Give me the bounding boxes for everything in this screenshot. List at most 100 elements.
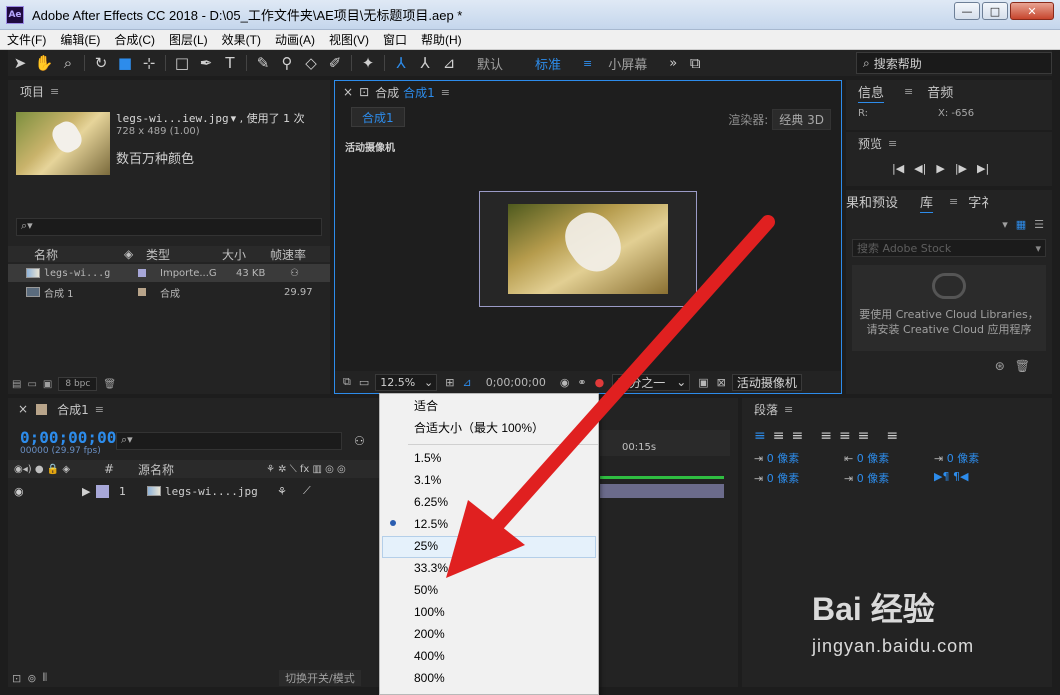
clone-stamp-tool-icon[interactable]: ⚲: [275, 52, 299, 74]
grid-guide-icon[interactable]: ⊞: [445, 376, 454, 389]
av-switch-icons[interactable]: ◉◂) ● 🔒 ◈: [8, 464, 104, 475]
work-area-bar[interactable]: [600, 476, 724, 479]
layer-switches-icon[interactable]: ⊡: [12, 672, 21, 685]
sync-settings-icon[interactable]: ⧉: [683, 52, 707, 74]
renderer-control[interactable]: 渲染器: 经典 3D: [728, 109, 831, 130]
menu-file[interactable]: 文件(F): [0, 31, 53, 48]
justify-all-icon[interactable]: ≡: [886, 428, 898, 444]
world-axis-icon[interactable]: ⅄: [413, 52, 437, 74]
close-button[interactable]: ✕: [1010, 2, 1054, 20]
zoom-option[interactable]: 50%: [414, 580, 438, 600]
timeline-search-input[interactable]: ⌕▾: [116, 432, 342, 450]
tab-info[interactable]: 信息: [858, 82, 884, 101]
workspace-menu-icon[interactable]: ≡: [583, 57, 592, 70]
justify-last-right-icon[interactable]: ≡: [858, 428, 870, 444]
layer-color-chip[interactable]: [96, 484, 109, 498]
label-color-chip[interactable]: [138, 288, 146, 296]
panel-menu-icon[interactable]: ≡: [441, 86, 450, 99]
tab-audio[interactable]: 音频: [927, 82, 953, 101]
workspace-more[interactable]: »: [669, 56, 677, 71]
panel-menu-icon[interactable]: ≡: [949, 195, 958, 208]
menu-composition[interactable]: 合成(C): [107, 31, 162, 48]
adobe-stock-search-input[interactable]: 搜索 Adobe Stock ▾: [852, 239, 1046, 257]
play-icon[interactable]: ▶: [936, 162, 944, 175]
zoom-option[interactable]: 3.1%: [414, 470, 441, 490]
next-frame-icon[interactable]: |▶: [955, 162, 967, 175]
project-row[interactable]: legs-wi...g Importe...G 43 KB ⚇: [8, 264, 330, 282]
time-ruler[interactable]: 00:15s: [600, 430, 730, 456]
monitor-icon[interactable]: ▭: [359, 376, 369, 389]
camera-tool-icon[interactable]: ■: [113, 52, 137, 74]
in-out-icon[interactable]: ⫴: [42, 671, 47, 685]
dropdown-arrow-icon[interactable]: ▾: [1002, 218, 1008, 231]
indent-right-field[interactable]: ⇤ 0 像素: [844, 450, 934, 466]
interpret-footage-icon[interactable]: ▤: [12, 379, 21, 390]
indent-left-field[interactable]: ⇥ 0 像素: [754, 450, 844, 466]
list-view-icon[interactable]: ☰: [1034, 218, 1044, 231]
layer-duration-bar[interactable]: [600, 484, 724, 498]
previous-frame-icon[interactable]: ◀|: [914, 162, 926, 175]
roto-brush-tool-icon[interactable]: ✐: [323, 52, 347, 74]
menu-view[interactable]: 视图(V): [322, 31, 376, 48]
tab-character[interactable]: 字礻: [968, 192, 994, 211]
menu-help[interactable]: 帮助(H): [414, 31, 469, 48]
column-fps[interactable]: 帧速率: [270, 246, 306, 263]
timeline-current-time[interactable]: 0;00;00;00: [20, 428, 116, 447]
maximize-button[interactable]: □: [982, 2, 1008, 20]
transparency-grid-icon[interactable]: ⊠: [717, 376, 726, 389]
eraser-tool-icon[interactable]: ◇: [299, 52, 323, 74]
resolution-dropdown[interactable]: 三分之一 ⌄: [612, 373, 691, 391]
close-tab-icon[interactable]: ×: [18, 402, 28, 416]
column-size[interactable]: 大小: [222, 246, 270, 263]
new-composition-icon[interactable]: ▣: [43, 379, 52, 390]
switches-icons[interactable]: ⚘ ✲ ⟍ fx ▥ ◎ ◎: [266, 464, 346, 475]
modes-icon[interactable]: ⊚: [27, 672, 36, 685]
pen-tool-icon[interactable]: ✒: [194, 52, 218, 74]
space-before-field[interactable]: ⇥ 0 像素: [754, 470, 844, 486]
view-axis-icon[interactable]: ⊿: [437, 52, 461, 74]
new-folder-icon[interactable]: ▭: [27, 379, 36, 390]
column-source-name[interactable]: 源名称: [138, 461, 266, 478]
delete-icon[interactable]: 🗑: [1015, 359, 1030, 373]
bit-depth-button[interactable]: 8 bpc: [58, 377, 98, 391]
delete-icon[interactable]: 🗑: [103, 379, 116, 390]
zoom-tool-icon[interactable]: ⌕: [56, 52, 80, 74]
expand-arrow-icon[interactable]: ▶: [82, 485, 96, 498]
search-help-input[interactable]: ⌕ 搜索帮助: [856, 52, 1052, 74]
puppet-tool-icon[interactable]: ✦: [356, 52, 380, 74]
hand-tool-icon[interactable]: ✋: [32, 52, 56, 74]
panel-menu-icon[interactable]: ≡: [904, 85, 913, 98]
label-color-chip[interactable]: [138, 269, 146, 277]
zoom-option[interactable]: 800%: [414, 668, 445, 688]
color-channel-icon[interactable]: ●: [595, 376, 605, 389]
grid-view-icon[interactable]: ▦: [1016, 218, 1026, 231]
rectangle-tool-icon[interactable]: □: [170, 52, 194, 74]
column-type[interactable]: 类型: [146, 246, 222, 263]
text-direction-icons[interactable]: ▶¶ ¶◀: [934, 470, 1024, 486]
align-left-icon[interactable]: ≡: [754, 428, 766, 444]
lock-icon[interactable]: ⊡: [359, 85, 369, 99]
camera-dropdown[interactable]: 活动摄像机: [731, 373, 802, 391]
brush-tool-icon[interactable]: ✎: [251, 52, 275, 74]
zoom-option[interactable]: 33.3%: [414, 558, 448, 578]
shy-switch-icon[interactable]: ⚘: [277, 485, 303, 498]
project-search-input[interactable]: ⌕▾: [16, 218, 322, 236]
panel-menu-icon[interactable]: ≡: [95, 403, 104, 416]
sync-icon[interactable]: ⊛: [995, 359, 1005, 373]
zoom-option[interactable]: 1.5%: [414, 448, 441, 468]
workspace-default[interactable]: 默认: [477, 54, 503, 73]
label-column-icon[interactable]: ◈: [124, 247, 146, 261]
workspace-standard[interactable]: 标准: [535, 54, 561, 73]
zoom-option[interactable]: 100%: [414, 602, 445, 622]
align-center-icon[interactable]: ≡: [773, 428, 785, 444]
menu-animation[interactable]: 动画(A): [268, 31, 322, 48]
workspace-small-screen[interactable]: 小屏幕: [608, 54, 647, 73]
mask-visibility-icon[interactable]: ⊿: [462, 376, 471, 389]
column-name[interactable]: 名称: [8, 246, 124, 263]
timeline-tab-title[interactable]: 合成1: [57, 401, 89, 418]
current-time[interactable]: 0;00;00;00: [486, 376, 546, 389]
space-after-field[interactable]: ⇥ 0 像素: [844, 470, 934, 486]
composition-subtab[interactable]: 合成1: [351, 107, 405, 127]
close-tab-icon[interactable]: ×: [343, 85, 353, 99]
zoom-option[interactable]: 12.5%: [414, 514, 448, 534]
